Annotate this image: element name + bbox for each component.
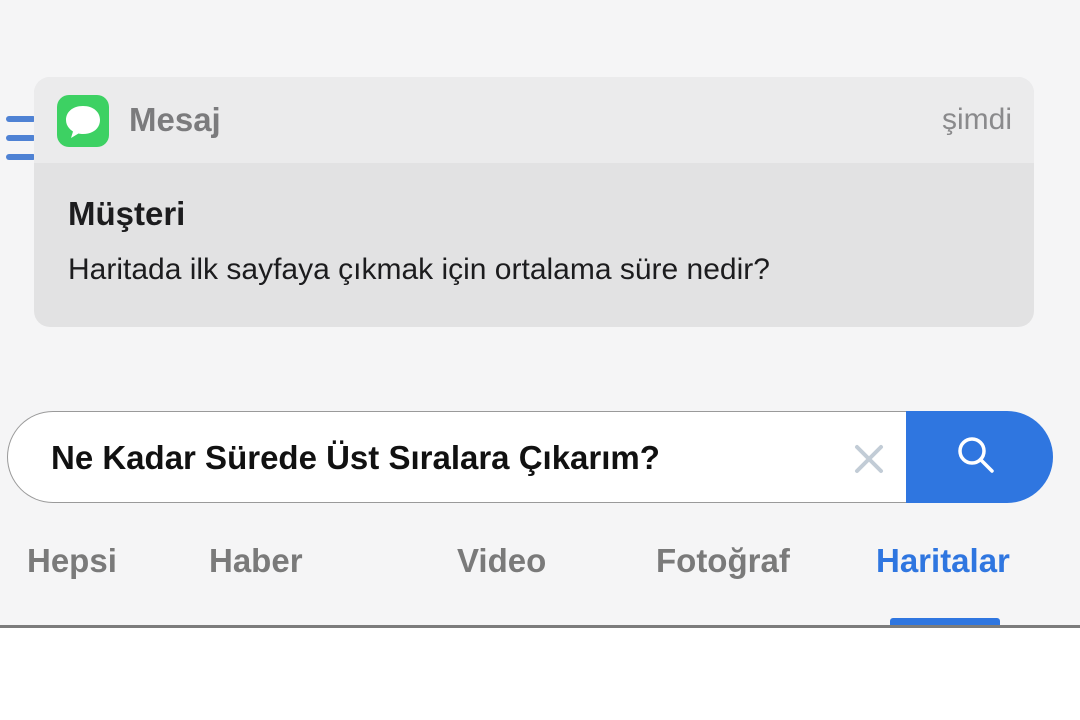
- tab-hepsi[interactable]: Hepsi: [27, 542, 117, 580]
- notification-header: Mesaj şimdi: [34, 77, 1034, 163]
- tab-fotograf[interactable]: Fotoğraf: [656, 542, 790, 580]
- search-query: Ne Kadar Sürede Üst Sıralara Çıkarım?: [51, 439, 660, 476]
- tab-video[interactable]: Video: [457, 542, 546, 580]
- divider: [0, 625, 1080, 628]
- notification-message: Haritada ilk sayfaya çıkmak için ortalam…: [68, 253, 770, 286]
- notification-app-name: Mesaj: [129, 101, 221, 138]
- tab-haber[interactable]: Haber: [209, 542, 303, 580]
- message-bubble-icon: [57, 95, 109, 147]
- search-input[interactable]: Ne Kadar Sürede Üst Sıralara Çıkarım?: [7, 411, 968, 503]
- search-tabs: Hepsi Haber Video Fotoğraf Haritalar: [0, 530, 1080, 625]
- search-button[interactable]: [906, 411, 1053, 503]
- tab-haritalar[interactable]: Haritalar: [876, 542, 1010, 580]
- search-bar: Ne Kadar Sürede Üst Sıralara Çıkarım?: [7, 411, 1053, 503]
- notification-sender: Müşteri: [68, 195, 186, 232]
- active-tab-indicator: [890, 618, 1000, 625]
- menu-icon[interactable]: [6, 116, 36, 162]
- notification-time: şimdi: [941, 103, 1012, 136]
- search-icon: [958, 437, 994, 473]
- close-icon[interactable]: [852, 442, 886, 476]
- message-notification[interactable]: Mesaj şimdi Müşteri Haritada ilk sayfaya…: [34, 77, 1034, 327]
